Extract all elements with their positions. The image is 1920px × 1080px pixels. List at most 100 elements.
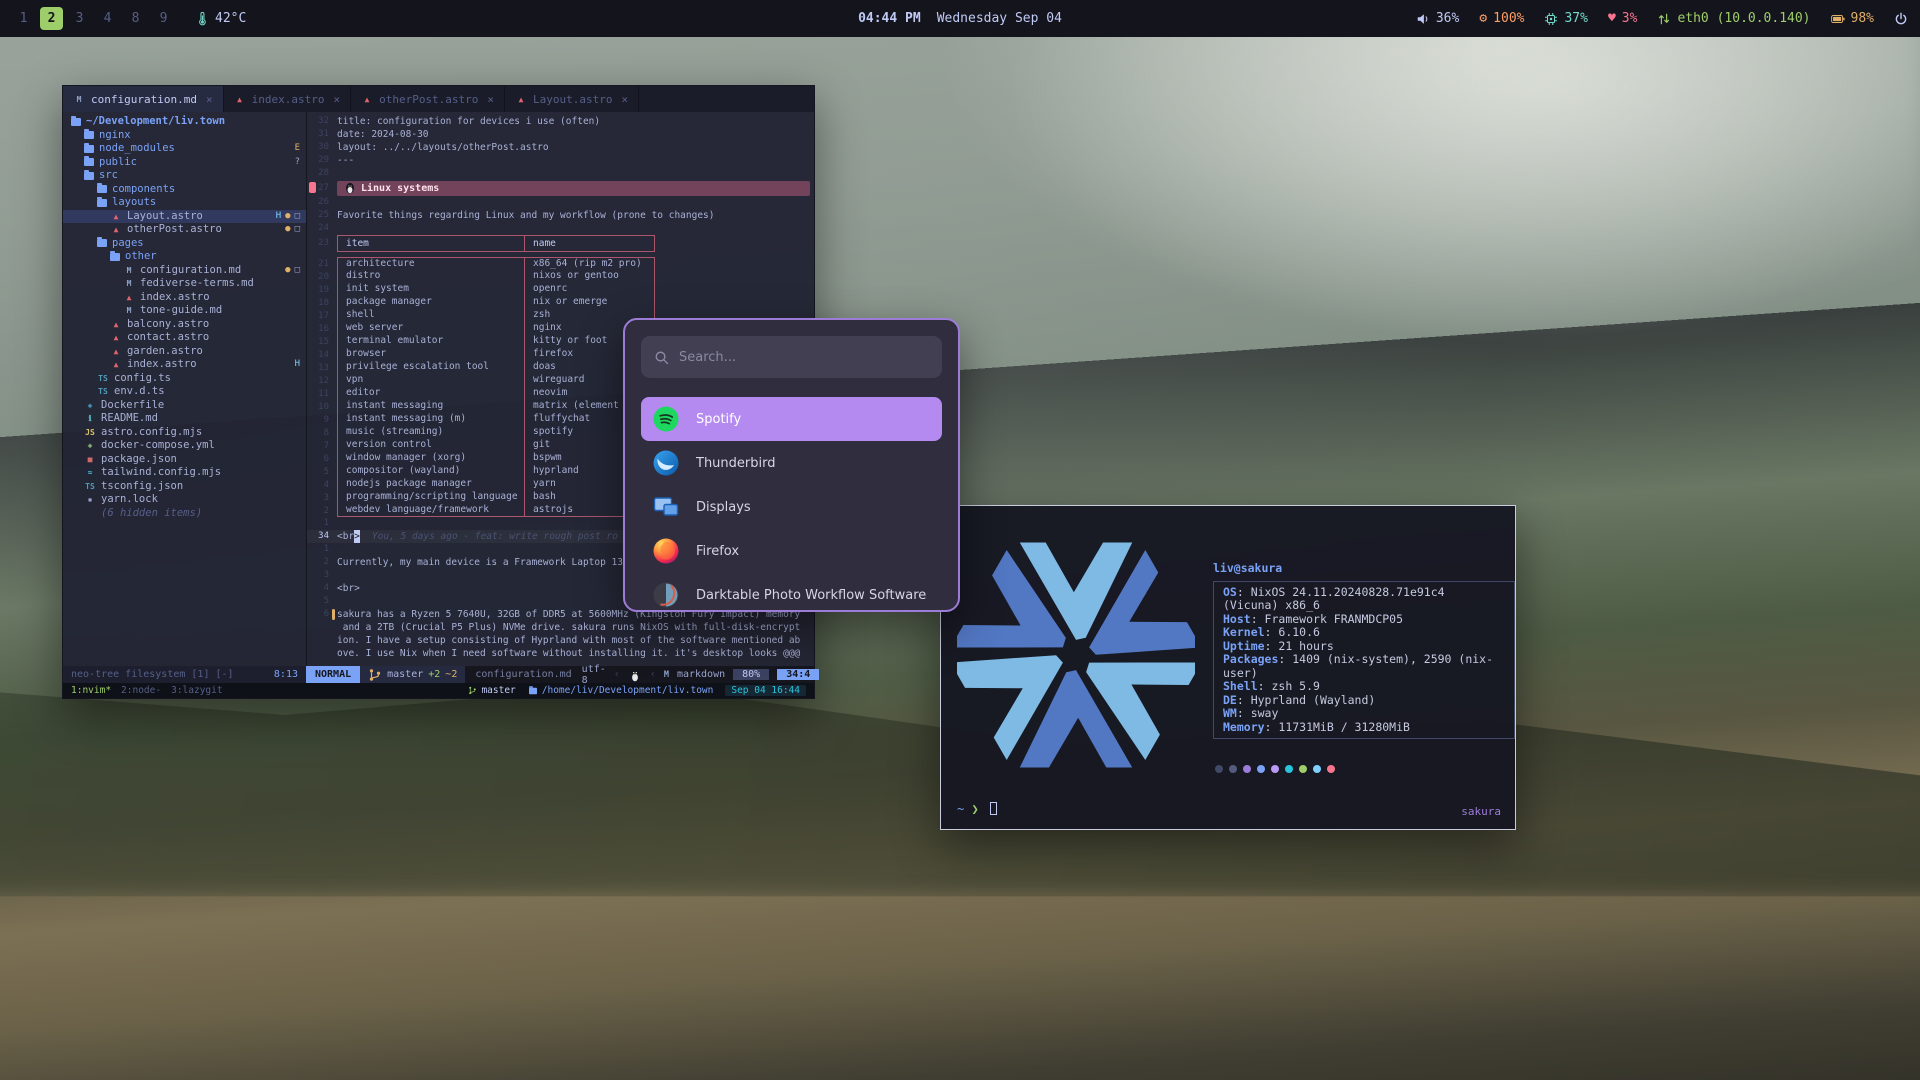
- launcher-item-label: Firefox: [696, 544, 739, 559]
- buffer-line[interactable]: 29---: [307, 154, 814, 167]
- fetch-user-host: liv@sakura: [1213, 562, 1515, 576]
- tab-index.astro[interactable]: ▲index.astro×: [224, 86, 351, 112]
- tree-item-index.astro[interactable]: ▲index.astroH: [63, 358, 306, 372]
- tree-item-node-modules[interactable]: node_modulesE: [63, 142, 306, 156]
- module-network[interactable]: eth0 (10.0.0.140): [1657, 11, 1810, 26]
- tree-item-public[interactable]: public?: [63, 156, 306, 170]
- launcher-item-spotify[interactable]: Spotify: [641, 397, 942, 441]
- launcher-item-darktable-photo-workflow-software[interactable]: Darktable Photo Workflow Software: [641, 573, 942, 612]
- tree-item-tone-guide.md[interactable]: Mtone-guide.md: [63, 304, 306, 318]
- module-memory[interactable]: 37%: [1544, 11, 1587, 26]
- buffer-line[interactable]: 24: [307, 222, 814, 235]
- tree-item-src[interactable]: src: [63, 169, 306, 183]
- tree-item-balcony.astro[interactable]: ▲balcony.astro: [63, 318, 306, 332]
- tab-otherPost.astro[interactable]: ▲otherPost.astro×: [351, 86, 505, 112]
- table-cell-item: editor: [337, 387, 525, 400]
- tree-item-package.json[interactable]: ■package.json: [63, 453, 306, 467]
- launcher-item-thunderbird[interactable]: Thunderbird: [641, 441, 942, 485]
- fetch-info-panel: liv@sakura OS: NixOS 24.11.20240828.71e9…: [1213, 562, 1515, 773]
- tab-Layout.astro[interactable]: ▲Layout.astro×: [505, 86, 639, 112]
- git-added-count: +2: [428, 669, 440, 680]
- tree-item-garden.astro[interactable]: ▲garden.astro: [63, 345, 306, 359]
- table-cell-name: x86_64 (rip m2 pro): [525, 257, 655, 270]
- bufferline: Mconfiguration.md×▲index.astro×▲otherPos…: [63, 86, 814, 112]
- thermometer-icon: [195, 12, 209, 26]
- tree-item-tailwind.config.mjs[interactable]: ≈tailwind.config.mjs: [63, 466, 306, 480]
- tree-item-other[interactable]: other: [63, 250, 306, 264]
- tree-item-name: node_modules: [99, 142, 175, 156]
- workspace-9[interactable]: 9: [152, 7, 175, 30]
- workspace-2[interactable]: 2: [40, 7, 63, 30]
- tree-item-fediverse-terms.md[interactable]: Mfediverse-terms.md: [63, 277, 306, 291]
- table-cell-item: nodejs package manager: [337, 478, 525, 491]
- launcher-search-input[interactable]: Search...: [641, 336, 942, 378]
- tab-close-icon[interactable]: ×: [487, 93, 494, 106]
- table-row[interactable]: 19init systemopenrc: [307, 283, 814, 296]
- tree-root[interactable]: ~/Development/liv.town: [63, 115, 306, 129]
- tree-item-contact.astro[interactable]: ▲contact.astro: [63, 331, 306, 345]
- tree-item--6-hidden-items-[interactable]: (6 hidden items): [63, 507, 306, 521]
- tree-item-yarn.lock[interactable]: ▪yarn.lock: [63, 493, 306, 507]
- line-number: 13: [307, 362, 337, 374]
- tree-item-components[interactable]: components: [63, 183, 306, 197]
- buffer-line[interactable]: ion. I have a setup consisting of Hyprla…: [307, 634, 814, 647]
- fetch-info-label: DE: [1223, 693, 1237, 707]
- module-battery[interactable]: 98%: [1831, 11, 1874, 26]
- tree-item-otherPost.astro[interactable]: ▲otherPost.astro●□: [63, 223, 306, 237]
- shell-prompt[interactable]: ~ ❯: [957, 802, 997, 816]
- table-row[interactable]: 18package managernix or emerge: [307, 296, 814, 309]
- temperature-module: 42°C: [195, 11, 246, 26]
- fetch-info-label: Uptime: [1223, 639, 1265, 653]
- tab-configuration.md[interactable]: Mconfiguration.md×: [63, 86, 224, 112]
- table-header-row[interactable]: 23itemname: [307, 235, 814, 252]
- tree-item-layouts[interactable]: layouts: [63, 196, 306, 210]
- tmux-window-1-nvim-[interactable]: 1:nvim*: [71, 685, 111, 696]
- tree-item-pages[interactable]: pages: [63, 237, 306, 251]
- buffer-line[interactable]: 30layout: ../../layouts/otherPost.astro: [307, 141, 814, 154]
- tree-badge: ●: [285, 264, 290, 278]
- workspace-1[interactable]: 1: [12, 7, 35, 30]
- tree-item-docker-compose.yml[interactable]: ◈docker-compose.yml: [63, 439, 306, 453]
- fetch-info-label: WM: [1223, 706, 1237, 720]
- tab-close-icon[interactable]: ×: [622, 93, 629, 106]
- tab-close-icon[interactable]: ×: [206, 93, 213, 106]
- tree-item-astro.config.mjs[interactable]: JSastro.config.mjs: [63, 426, 306, 440]
- workspace-3[interactable]: 3: [68, 7, 91, 30]
- launcher-item-firefox[interactable]: Firefox: [641, 529, 942, 573]
- tmux-window-3-lazygit[interactable]: 3:lazygit: [171, 685, 222, 696]
- workspace-8[interactable]: 8: [124, 7, 147, 30]
- tree-item-README.md[interactable]: ℹREADME.md: [63, 412, 306, 426]
- module-cpu[interactable]: ♥3%: [1608, 11, 1637, 26]
- tmux-window-2-node-[interactable]: 2:node-: [121, 685, 161, 696]
- table-cell-item: privilege escalation tool: [337, 361, 525, 374]
- module-volume[interactable]: 36%: [1416, 11, 1459, 26]
- launcher-item-displays[interactable]: Displays: [641, 485, 942, 529]
- git-segment: master +2 ~2: [360, 666, 465, 683]
- buffer-line[interactable]: 25Favorite things regarding Linux and my…: [307, 209, 814, 222]
- tree-item-Dockerfile[interactable]: ◈Dockerfile: [63, 399, 306, 413]
- tree-item-index.astro[interactable]: ▲index.astro: [63, 291, 306, 305]
- power-icon[interactable]: [1894, 12, 1908, 26]
- folder-icon: [84, 145, 94, 153]
- scroll-percent: 80%: [733, 669, 769, 680]
- table-row[interactable]: 20distronixos or gentoo: [307, 270, 814, 283]
- tree-item-tsconfig.json[interactable]: TStsconfig.json: [63, 480, 306, 494]
- buffer-line[interactable]: and a 2TB (Crucial P5 Plus) NVMe drive. …: [307, 621, 814, 634]
- line-text: ---: [337, 154, 354, 167]
- module-brightness[interactable]: ⚙100%: [1479, 11, 1524, 26]
- tree-item-config.ts[interactable]: TSconfig.ts: [63, 372, 306, 386]
- buffer-line[interactable]: 31date: 2024-08-30: [307, 128, 814, 141]
- tab-close-icon[interactable]: ×: [333, 93, 340, 106]
- markdown-heading-line[interactable]: 27Linux systems: [307, 180, 814, 196]
- tree-item-Layout.astro[interactable]: ▲Layout.astroH●□: [63, 210, 306, 224]
- buffer-line[interactable]: 28: [307, 167, 814, 180]
- tree-item-nginx[interactable]: nginx: [63, 129, 306, 143]
- buffer-line[interactable]: 32title: configuration for devices i use…: [307, 115, 814, 128]
- tree-item-configuration.md[interactable]: Mconfiguration.md●□: [63, 264, 306, 278]
- ts-icon: TS: [97, 385, 109, 399]
- buffer-line[interactable]: ove. I use Nix when I need software with…: [307, 647, 814, 660]
- tree-item-env.d.ts[interactable]: TSenv.d.ts: [63, 385, 306, 399]
- buffer-line[interactable]: 26: [307, 196, 814, 209]
- table-row[interactable]: 21architecturex86_64 (rip m2 pro): [307, 257, 814, 270]
- workspace-4[interactable]: 4: [96, 7, 119, 30]
